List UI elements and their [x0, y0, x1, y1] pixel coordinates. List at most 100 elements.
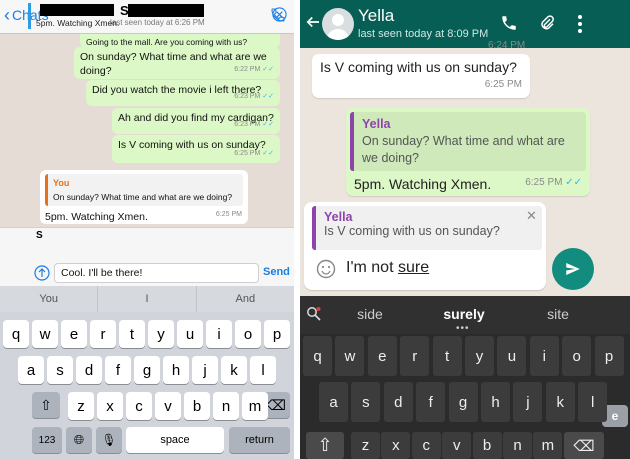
read-checkmarks-icon: ✓✓	[262, 150, 274, 157]
return-key[interactable]: return	[229, 427, 290, 453]
message-bubble-outgoing[interactable]: Ah and did you find my cardigan? 6:23 PM…	[112, 108, 280, 134]
key-r[interactable]: r	[400, 336, 430, 376]
key-v[interactable]: v	[155, 392, 181, 420]
read-checkmarks-icon: ✓✓	[262, 121, 274, 128]
key-y[interactable]: y	[465, 336, 494, 376]
send-icon	[566, 263, 580, 275]
key-i[interactable]: i	[206, 320, 232, 348]
message-bubble-incoming[interactable]: Is V coming with us on sunday? 6:25 PM	[312, 54, 530, 98]
space-key[interactable]: space	[126, 427, 224, 453]
emoji-icon[interactable]	[316, 259, 336, 284]
more-suggestions-icon[interactable]: •••	[456, 323, 470, 334]
send-button[interactable]	[552, 248, 594, 290]
key-x[interactable]: x	[97, 392, 123, 420]
back-arrow-icon[interactable]	[304, 13, 322, 36]
key-g[interactable]: g	[134, 356, 160, 384]
message-bubble-outgoing[interactable]: On sunday? What time and what are we doi…	[74, 47, 280, 79]
numbers-key[interactable]: 123	[32, 427, 62, 453]
key-o[interactable]: o	[562, 336, 592, 376]
message-bubble-outgoing[interactable]: Yella On sunday? What time and what are …	[346, 108, 590, 196]
attach-upload-icon[interactable]	[34, 265, 50, 286]
send-button[interactable]: Send	[263, 266, 290, 278]
key-c[interactable]: c	[411, 432, 441, 459]
contact-avatar[interactable]	[322, 8, 354, 40]
close-reply-icon[interactable]	[272, 7, 287, 27]
suggestion-surely[interactable]: surely	[434, 306, 494, 322]
key-w[interactable]: w	[32, 320, 58, 348]
prediction-and[interactable]: And	[197, 286, 294, 312]
key-p[interactable]: p	[264, 320, 290, 348]
key-w[interactable]: w	[335, 336, 365, 376]
contact-name[interactable]: Yella	[358, 6, 394, 26]
key-p[interactable]: p	[594, 336, 624, 376]
key-z[interactable]: z	[68, 392, 94, 420]
key-u[interactable]: u	[177, 320, 203, 348]
message-bubble-incoming[interactable]: You On sunday? What time and what are we…	[40, 170, 248, 224]
quoted-message[interactable]: Yella On sunday? What time and what are …	[350, 112, 586, 171]
key-h[interactable]: h	[481, 382, 510, 422]
key-j[interactable]: j	[192, 356, 218, 384]
key-l[interactable]: l	[578, 382, 608, 422]
key-d[interactable]: d	[383, 382, 413, 422]
key-b[interactable]: b	[472, 432, 502, 459]
key-k[interactable]: k	[545, 382, 575, 422]
key-g[interactable]: g	[448, 382, 478, 422]
key-a[interactable]: a	[319, 382, 348, 422]
key-i[interactable]: i	[529, 336, 559, 376]
shift-key[interactable]: ⇧	[32, 392, 60, 418]
key-f[interactable]: f	[105, 356, 131, 384]
key-a[interactable]: a	[18, 356, 44, 384]
backspace-key[interactable]: ⌫	[564, 432, 604, 459]
key-u[interactable]: u	[497, 336, 527, 376]
suggestion-site[interactable]: site	[528, 306, 588, 322]
microphone-key[interactable]: 🎙︎	[96, 427, 122, 453]
message-time: 6:25 PM	[215, 211, 242, 218]
suggestion-side[interactable]: side	[340, 306, 400, 322]
message-bubble-outgoing[interactable]: Going to the mall. Are you coming with u…	[80, 34, 280, 48]
key-l[interactable]: l	[250, 356, 276, 384]
key-e[interactable]: e	[367, 336, 397, 376]
key-z[interactable]: z	[351, 432, 380, 459]
message-input[interactable]: Cool. I'll be there!	[54, 263, 259, 283]
message-time: 6:24 PM	[488, 40, 526, 50]
key-j[interactable]: j	[513, 382, 543, 422]
key-t[interactable]: t	[119, 320, 145, 348]
key-e[interactable]: e	[61, 320, 87, 348]
message-input-text: I'm not	[346, 259, 398, 276]
key-q[interactable]: q	[3, 320, 29, 348]
key-q[interactable]: q	[303, 336, 332, 376]
key-h[interactable]: h	[163, 356, 189, 384]
message-input[interactable]: I'm not sure	[346, 259, 429, 277]
key-x[interactable]: x	[381, 432, 411, 459]
key-y[interactable]: y	[148, 320, 174, 348]
search-icon[interactable]	[306, 306, 322, 327]
key-c[interactable]: c	[126, 392, 152, 420]
message-bubble-outgoing[interactable]: Is V coming with us on sunday? 6:25 PM ✓…	[112, 135, 280, 163]
prediction-you[interactable]: You	[0, 286, 99, 312]
key-m[interactable]: m	[533, 432, 563, 459]
quoted-text: On sunday? What time and what are we doi…	[53, 192, 233, 202]
key-s[interactable]: s	[351, 382, 381, 422]
shift-key[interactable]: ⇧	[306, 432, 344, 459]
paperclip-icon[interactable]	[538, 13, 556, 38]
key-k[interactable]: k	[221, 356, 247, 384]
key-o[interactable]: o	[235, 320, 261, 348]
key-n[interactable]: n	[503, 432, 532, 459]
prediction-i[interactable]: I	[98, 286, 197, 312]
key-n[interactable]: n	[213, 392, 239, 420]
key-m[interactable]: m	[242, 392, 268, 420]
more-options-icon[interactable]	[576, 14, 584, 39]
key-r[interactable]: r	[90, 320, 116, 348]
key-t[interactable]: t	[432, 336, 462, 376]
phone-call-icon[interactable]	[500, 14, 518, 37]
key-f[interactable]: f	[416, 382, 446, 422]
close-reply-icon[interactable]: ✕	[526, 208, 537, 224]
quoted-message[interactable]: You On sunday? What time and what are we…	[45, 174, 243, 206]
key-s[interactable]: s	[47, 356, 73, 384]
globe-icon: 🌐︎	[73, 432, 85, 447]
key-d[interactable]: d	[76, 356, 102, 384]
message-bubble-outgoing[interactable]: Did you watch the movie i left there? 6:…	[86, 80, 280, 106]
globe-key[interactable]: 🌐︎	[66, 427, 92, 453]
key-v[interactable]: v	[442, 432, 472, 459]
key-b[interactable]: b	[184, 392, 210, 420]
